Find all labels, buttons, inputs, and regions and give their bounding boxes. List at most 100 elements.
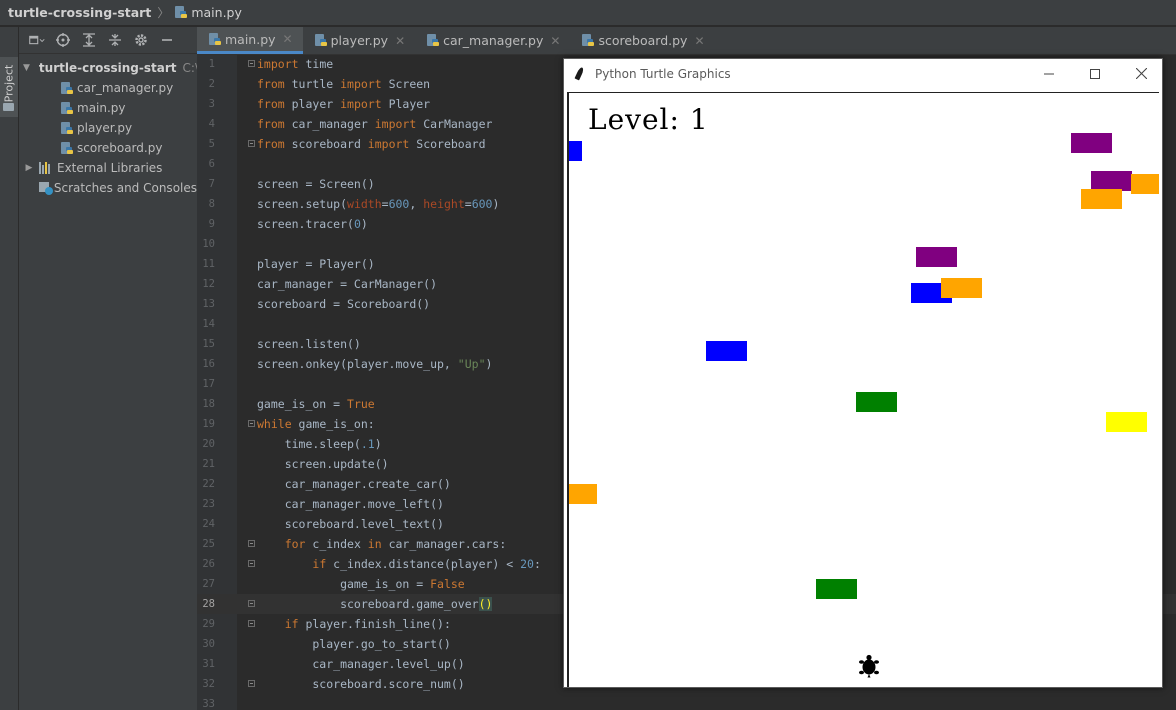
line-number: 7 (208, 178, 215, 190)
python-file-icon (61, 101, 73, 115)
code-text: screen.listen() (257, 337, 361, 351)
line-number: 20 (202, 438, 215, 450)
line-number: 6 (208, 158, 215, 170)
close-button[interactable] (1118, 59, 1164, 88)
line-number: 27 (202, 578, 215, 590)
code-text: screen.onkey(player.move_up, "Up") (257, 357, 493, 371)
line-number: 23 (202, 498, 215, 510)
turtle-canvas[interactable]: Level: 1 (567, 92, 1159, 687)
fold-marker-icon[interactable] (248, 680, 255, 687)
code-text: if player.finish_line(): (284, 617, 451, 631)
file-name: player.py (77, 121, 133, 135)
line-number: 21 (202, 458, 215, 470)
line-number: 3 (208, 98, 215, 110)
collapse-all-icon[interactable] (107, 32, 123, 48)
code-text: game_is_on = False (257, 577, 465, 591)
close-tab-icon[interactable]: ✕ (694, 34, 704, 48)
car-orange (569, 484, 597, 504)
fold-marker-icon[interactable] (248, 140, 255, 147)
car-yellow (1106, 412, 1147, 432)
tab-player-py[interactable]: player.py ✕ (303, 27, 416, 54)
code-text: for c_index in car_manager.cars: (284, 537, 507, 551)
tree-file-item[interactable]: player.py (19, 118, 197, 138)
line-number: 24 (202, 518, 215, 530)
expand-all-icon[interactable] (81, 32, 97, 48)
car-orange (1081, 189, 1122, 209)
chevron-down-icon[interactable]: ▼ (23, 63, 30, 73)
turtle-graphics-window: Python Turtle Graphics Level: 1 (563, 58, 1163, 688)
code-text: from car_manager import CarManager (257, 117, 493, 131)
project-panel: ▼ turtle-crossing-start C:\ car_manager.… (19, 27, 197, 710)
tree-file-item[interactable]: scoreboard.py (19, 138, 197, 158)
feather-icon (573, 67, 587, 81)
tree-root-folder[interactable]: ▼ turtle-crossing-start C:\ (19, 58, 197, 78)
tab-scoreboard-py[interactable]: scoreboard.py ✕ (570, 27, 714, 54)
breadcrumb-file[interactable]: main.py (191, 5, 242, 20)
python-file-icon (314, 34, 327, 47)
fold-marker-icon[interactable] (248, 620, 255, 627)
line-number: 12 (202, 278, 215, 290)
navigation-bar: turtle-crossing-start 〉 main.py (0, 0, 1176, 26)
close-tab-icon[interactable]: ✕ (283, 32, 293, 46)
car-green (816, 579, 857, 599)
line-number: 9 (208, 218, 215, 230)
car-orange (1131, 174, 1159, 194)
car-green (856, 392, 897, 412)
tree-scratches[interactable]: Scratches and Consoles (19, 178, 197, 198)
python-file-icon (175, 6, 188, 19)
line-number: 10 (202, 238, 215, 250)
fold-marker-icon[interactable] (248, 560, 255, 567)
fold-marker-icon[interactable] (248, 540, 255, 547)
view-selector-icon[interactable] (29, 32, 45, 48)
line-number: 33 (202, 698, 215, 710)
line-number: 26 (202, 558, 215, 570)
line-number: 11 (202, 258, 215, 270)
line-number: 22 (202, 478, 215, 490)
project-tool-label: Project (2, 64, 16, 103)
gear-icon[interactable] (133, 32, 149, 48)
fold-marker-icon[interactable] (248, 420, 255, 427)
breadcrumb-separator: 〉 (157, 6, 170, 20)
tree-file-item[interactable]: car_manager.py (19, 78, 197, 98)
root-folder-path: C:\ (182, 61, 197, 75)
locate-icon[interactable] (55, 32, 71, 48)
tool-window-strip: Project (0, 27, 19, 710)
tree-file-item[interactable]: main.py (19, 98, 197, 118)
fold-marker-icon[interactable] (248, 600, 255, 607)
code-text: scoreboard.game_over() (257, 597, 493, 611)
maximize-button[interactable] (1072, 59, 1118, 88)
line-number: 19 (202, 418, 215, 430)
python-file-icon (582, 34, 595, 47)
tab-label: scoreboard.py (598, 33, 688, 48)
window-titlebar[interactable]: Python Turtle Graphics (564, 59, 1162, 88)
turtle-player-icon (859, 654, 879, 678)
chevron-right-icon[interactable]: ▶ (23, 163, 35, 173)
car-purple (1091, 171, 1132, 191)
code-text: scoreboard.level_text() (257, 517, 444, 531)
code-text: car_manager.level_up() (257, 657, 465, 671)
breadcrumb-project[interactable]: turtle-crossing-start (8, 5, 151, 20)
minimize-panel-icon[interactable] (159, 32, 175, 48)
code-text: from player import Player (257, 97, 431, 111)
line-number: 25 (202, 538, 215, 550)
fold-marker-icon[interactable] (248, 60, 255, 67)
tree-external-libraries[interactable]: ▶ External Libraries (19, 158, 197, 178)
tab-label: car_manager.py (443, 33, 544, 48)
code-text: player = Player() (257, 257, 375, 271)
code-text: while game_is_on: (257, 417, 375, 431)
file-name: scoreboard.py (77, 141, 163, 155)
car-blue (569, 141, 582, 161)
tab-car-manager-py[interactable]: car_manager.py ✕ (415, 27, 570, 54)
code-text: screen.update() (257, 457, 389, 471)
code-text: game_is_on = True (257, 397, 375, 411)
external-libraries-label: External Libraries (57, 161, 163, 175)
line-number: 30 (202, 638, 215, 650)
minimize-button[interactable] (1026, 59, 1072, 88)
code-line[interactable]: 33 (197, 694, 1176, 710)
close-tab-icon[interactable]: ✕ (550, 34, 560, 48)
python-file-icon (61, 81, 73, 95)
close-tab-icon[interactable]: ✕ (395, 34, 405, 48)
line-number: 16 (202, 358, 215, 370)
line-number: 18 (202, 398, 215, 410)
tab-main-py[interactable]: main.py ✕ (197, 27, 303, 54)
